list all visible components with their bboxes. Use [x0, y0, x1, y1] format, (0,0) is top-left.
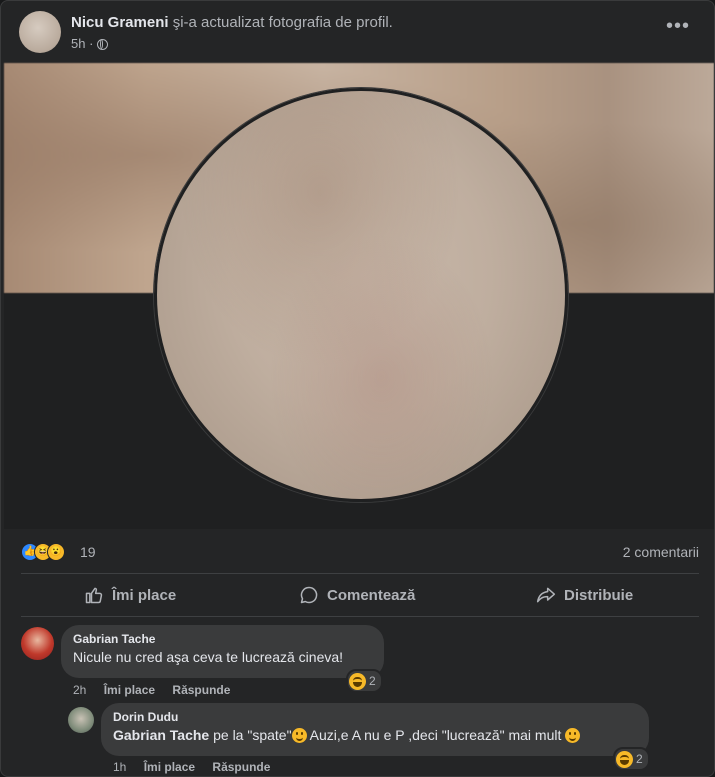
like-button-label: Îmi place: [112, 586, 177, 604]
comment-author[interactable]: Gabrian Tache: [73, 632, 372, 646]
post-card: Nicu Grameni şi-a actualizat fotografia …: [0, 0, 715, 777]
author-avatar[interactable]: [19, 11, 61, 53]
smile-emoji-icon: [291, 728, 307, 743]
comment-reactions[interactable]: 2: [346, 669, 383, 693]
comment-button-label: Comentează: [327, 586, 416, 604]
comment-text: Gabrian Tache pe la "spate" Auzi,e A nu …: [113, 727, 637, 743]
comment-reply-link[interactable]: Răspunde: [172, 683, 230, 697]
comment-icon: [300, 586, 318, 604]
reaction-count[interactable]: 19: [80, 544, 96, 560]
share-button[interactable]: Distribuie: [536, 575, 633, 615]
comment-mention[interactable]: Gabrian Tache: [113, 727, 209, 743]
thumbs-up-icon: [85, 587, 103, 604]
divider: [21, 616, 699, 617]
comment-like-link[interactable]: Îmi place: [104, 683, 155, 697]
comment-time[interactable]: 1h: [113, 760, 126, 774]
post-meta: 5h ·: [71, 36, 109, 51]
smile-emoji-icon: [565, 728, 581, 743]
comment-text-part: Auzi,e A nu e P ,deci "lucrează" mai mul…: [306, 727, 566, 743]
comment-time[interactable]: 2h: [73, 683, 86, 697]
globe-icon: [97, 39, 109, 50]
comment-bubble: Gabrian Tache Nicule nu cred aşa ceva te…: [61, 625, 384, 678]
post-stats: 👍 😆 😮 19 2 comentarii: [21, 542, 699, 562]
share-button-label: Distribuie: [564, 586, 634, 604]
post-title: Nicu Grameni şi-a actualizat fotografia …: [71, 14, 393, 31]
comment-like-link[interactable]: Îmi place: [144, 760, 195, 774]
comment-count[interactable]: 2 comentarii: [623, 544, 699, 560]
comment-reaction-count: 2: [369, 674, 376, 688]
like-button[interactable]: Îmi place: [84, 575, 176, 615]
post-time[interactable]: 5h: [71, 36, 85, 51]
share-icon: [536, 587, 556, 603]
comment-actions: 1h Îmi place Răspunde: [113, 760, 284, 774]
wow-reaction-icon: 😮: [47, 543, 65, 561]
profile-picture[interactable]: [154, 88, 568, 502]
comment-reaction-count: 2: [636, 752, 643, 766]
more-icon[interactable]: •••: [666, 16, 690, 36]
comment-reactions[interactable]: 2: [613, 747, 650, 771]
haha-reaction-icon: [349, 672, 366, 690]
divider: [21, 573, 699, 574]
comment-actions: 2h Îmi place Răspunde: [73, 683, 244, 697]
commenter-avatar[interactable]: [68, 707, 94, 733]
comment-bubble: Dorin Dudu Gabrian Tache pe la "spate" A…: [101, 703, 649, 756]
comment-button[interactable]: Comentează: [299, 575, 415, 615]
post-action-text: şi-a actualizat fotografia de profil.: [172, 14, 393, 31]
profile-photo-area[interactable]: [4, 63, 714, 529]
post-actions: Îmi place Comentează Distribuie: [21, 575, 699, 615]
comment-author[interactable]: Dorin Dudu: [113, 710, 637, 724]
commenter-avatar[interactable]: [21, 627, 54, 660]
author-name[interactable]: Nicu Grameni: [71, 14, 169, 31]
haha-reaction-icon: [616, 750, 633, 768]
comment-text-part: pe la "spate": [209, 727, 292, 743]
comment-text: Nicule nu cred aşa ceva te lucrează cine…: [73, 649, 344, 665]
comment-reply-link[interactable]: Răspunde: [212, 760, 270, 774]
